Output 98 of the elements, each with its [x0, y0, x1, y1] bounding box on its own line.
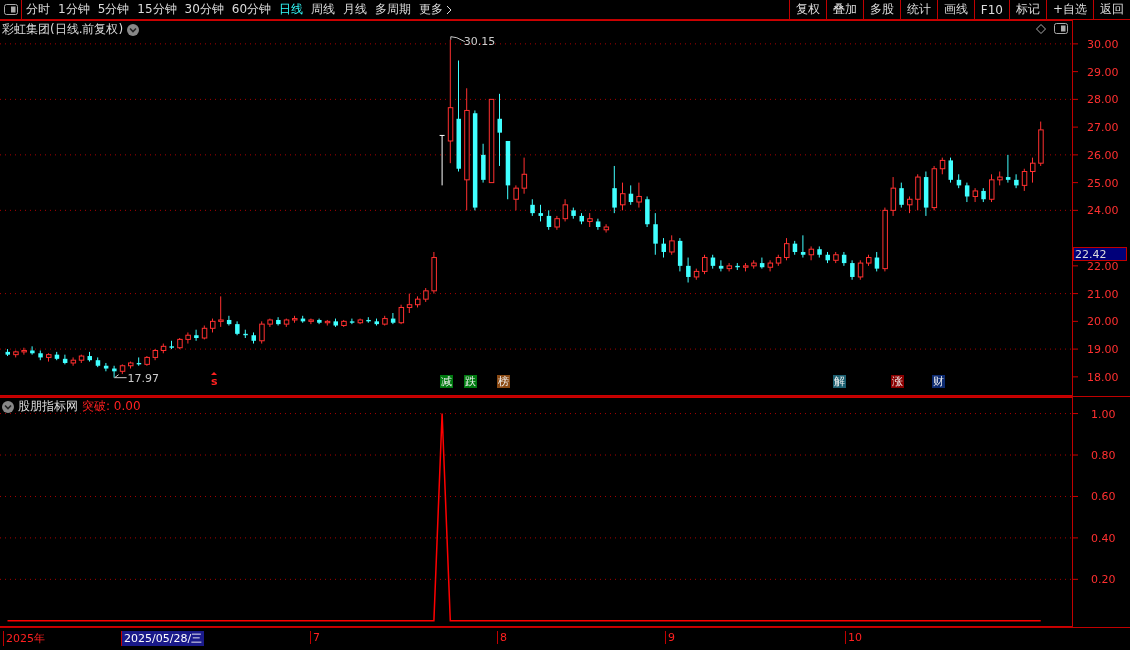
period-tab[interactable]: 30分钟	[180, 0, 228, 19]
indicator-name: 股朋指标网	[18, 398, 78, 415]
candlestick	[726, 262, 733, 272]
candlestick	[1021, 168, 1028, 192]
time-axis-label: 10	[845, 631, 864, 644]
low-price-label: 17.97	[127, 371, 160, 385]
period-tab[interactable]: 15分钟	[133, 0, 181, 19]
time-axis-label: 7	[310, 631, 322, 644]
axis-label: 1.00	[1091, 407, 1116, 421]
candlestick	[857, 259, 864, 281]
axis-label: 25.00	[1087, 176, 1119, 190]
dropdown-icon[interactable]	[127, 23, 140, 36]
candlestick	[513, 184, 519, 211]
panel-icon[interactable]	[1054, 23, 1069, 34]
candlestick	[899, 182, 904, 209]
axis-label: 24.00	[1087, 204, 1119, 218]
current-price-tag: 22.42	[1073, 247, 1128, 262]
axis-label: 0.20	[1091, 573, 1116, 587]
candlestick	[686, 257, 691, 284]
candlestick	[497, 93, 502, 167]
period-tab[interactable]: 更多	[415, 0, 457, 19]
axis-label: 19.00	[1087, 343, 1119, 357]
candlestick	[784, 237, 790, 261]
axis-label: 21.00	[1087, 287, 1119, 301]
candlestick	[603, 223, 610, 234]
axis-label: 20.00	[1087, 315, 1119, 329]
candlestick	[915, 173, 921, 211]
axis-label: 29.00	[1087, 65, 1119, 79]
candlestick	[718, 259, 724, 272]
indicator-reading: 突破: 0.00	[82, 398, 141, 415]
candlestick	[259, 320, 265, 345]
candlestick	[21, 347, 27, 356]
candlestick	[669, 234, 675, 256]
candlestick	[406, 293, 413, 314]
period-tab[interactable]: 5分钟	[93, 0, 134, 19]
candlestick	[1005, 154, 1011, 184]
candlestick	[439, 134, 446, 186]
candlestick	[850, 259, 855, 281]
candlestick	[808, 245, 815, 261]
candlestick	[595, 218, 601, 231]
time-axis-label: 9	[665, 631, 677, 644]
candlestick	[218, 295, 224, 328]
candlestick	[702, 254, 708, 275]
period-tab[interactable]: 多周期	[371, 0, 416, 19]
candlestick	[194, 329, 199, 342]
event-marker[interactable]: 减	[439, 375, 453, 388]
event-marker[interactable]: 涨	[890, 375, 904, 388]
candlestick	[276, 316, 281, 327]
candlestick	[948, 157, 953, 184]
period-tab[interactable]: 1分钟	[54, 0, 94, 19]
chevron-right-icon	[446, 4, 453, 15]
candlestick	[653, 212, 658, 256]
candlestick	[1030, 157, 1036, 184]
time-axis-label: 2025/05/28/三	[121, 631, 205, 646]
axis-label: 30.00	[1087, 37, 1119, 51]
leader-line	[114, 374, 128, 379]
candlestick	[972, 187, 979, 203]
candlestick	[562, 198, 569, 222]
event-marker[interactable]: 榜	[497, 375, 510, 388]
candlestick	[989, 173, 995, 203]
event-marker[interactable]: 解	[833, 375, 847, 388]
candlestick	[521, 157, 528, 195]
axis-label: 26.00	[1087, 148, 1119, 162]
axis-label: 0.40	[1091, 531, 1116, 545]
candlestick	[890, 176, 897, 217]
period-tab[interactable]: 月线	[339, 0, 372, 19]
leader-line	[450, 36, 466, 43]
axis-label: 22.00	[1087, 259, 1119, 273]
period-tab[interactable]: 60分钟	[227, 0, 276, 19]
candlestick	[620, 182, 626, 211]
candlestick	[800, 234, 806, 259]
period-tab[interactable]: 日线	[275, 0, 308, 19]
time-axis-label: 8	[497, 631, 509, 644]
candlestick	[612, 165, 617, 214]
axis-label: 28.00	[1087, 93, 1119, 107]
chart-title: 彩虹集团(日线.前复权)	[2, 21, 124, 38]
candlestick	[30, 345, 35, 356]
panel-icon[interactable]	[3, 4, 18, 15]
diamond-icon[interactable]	[1036, 23, 1047, 34]
candlestick	[103, 362, 109, 372]
candlestick	[636, 182, 642, 209]
high-price-label: 30.15	[463, 34, 496, 48]
axis-label: 18.00	[1087, 370, 1119, 384]
candlestick	[349, 318, 355, 325]
candlestick	[767, 259, 774, 272]
event-marker[interactable]: 财	[931, 375, 945, 388]
axis-label: 0.60	[1091, 490, 1116, 504]
dropdown-icon[interactable]	[2, 400, 14, 413]
period-tab[interactable]: 周线	[307, 0, 340, 19]
candlestick	[1014, 173, 1019, 189]
time-axis-label: 2025年	[3, 631, 47, 646]
event-marker[interactable]: 跌	[464, 375, 478, 388]
candlestick	[398, 304, 405, 325]
axis-label: 27.00	[1087, 121, 1119, 135]
candlestick	[185, 331, 191, 345]
period-tab[interactable]: 分时	[22, 0, 54, 19]
axis-label: 0.80	[1091, 449, 1116, 462]
candlestick	[70, 356, 77, 367]
